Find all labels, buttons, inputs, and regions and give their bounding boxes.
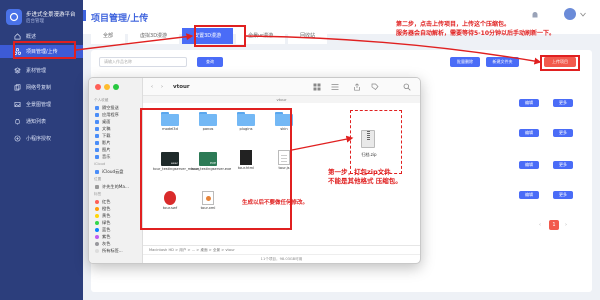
finder-window-title: vtour bbox=[173, 84, 190, 90]
window-controls bbox=[95, 84, 119, 90]
finder-tag-yellow[interactable]: 黄色 bbox=[95, 213, 110, 219]
more-button[interactable]: 更多 bbox=[553, 161, 573, 169]
edit-button[interactable]: 编辑 bbox=[519, 161, 539, 169]
new-folder-button[interactable]: 新建文件夹 bbox=[486, 57, 519, 67]
edit-button[interactable]: 编辑 bbox=[519, 99, 539, 107]
annotation-box-upload bbox=[540, 55, 580, 71]
finder-tag-purple[interactable]: 紫色 bbox=[95, 234, 110, 240]
sidebar-item-network-copy[interactable]: 网络号复制 bbox=[0, 81, 83, 94]
more-button[interactable]: 更多 bbox=[553, 191, 573, 199]
sidebar-item-label: 概述 bbox=[26, 34, 37, 40]
finder-item-mac[interactable]: 许先生的Ma... bbox=[95, 184, 129, 190]
finder-tag-all[interactable]: 所有标签... bbox=[95, 248, 123, 254]
finder-item-icloud-drive[interactable]: iCloud云盘 bbox=[95, 169, 124, 175]
tab-virtual-3d[interactable]: 虚拟3D漫游 bbox=[128, 28, 180, 44]
edit-button[interactable]: 编辑 bbox=[519, 129, 539, 137]
annotation-box-zip bbox=[350, 110, 402, 174]
minimize-window-button[interactable] bbox=[104, 84, 110, 90]
finder-section-locations: 位置 bbox=[94, 177, 102, 181]
finder-path-bar: Macintosh HD > 用户 > ... > 桌面 > 全景 > vtou… bbox=[143, 245, 420, 254]
annotation-box-files bbox=[140, 108, 292, 230]
pagination-current[interactable]: 1 bbox=[549, 220, 559, 230]
finder-item-music[interactable]: 音乐 bbox=[95, 154, 110, 160]
finder-item-movies[interactable]: 影片 bbox=[95, 140, 110, 146]
annotation-box-sidebar bbox=[13, 41, 76, 59]
annotation-step1: 第一步，打包zip文件 不能是其他格式 压缩包。 bbox=[328, 168, 402, 185]
zoom-window-button[interactable] bbox=[113, 84, 119, 90]
brand-name: 步进式全景漫游平台 bbox=[26, 12, 76, 18]
sidebar-item-label: 通知列表 bbox=[26, 119, 47, 125]
search-button[interactable]: 查询 bbox=[197, 57, 223, 67]
title-accent-bar bbox=[83, 10, 86, 21]
brand-subtitle: 后台管理 bbox=[26, 19, 44, 24]
finder-section-favorites: 个人收藏 bbox=[94, 98, 109, 102]
sidebar-item-notifications[interactable]: 通知列表 bbox=[0, 115, 83, 128]
finder-toolbar: ‹ › vtour bbox=[143, 78, 420, 96]
back-icon[interactable]: ‹ bbox=[151, 84, 153, 90]
bell-icon[interactable] bbox=[530, 10, 540, 20]
list-view-icon[interactable] bbox=[331, 83, 339, 91]
batch-delete-button[interactable]: 批量删除 bbox=[450, 57, 480, 67]
bell-icon bbox=[15, 119, 20, 125]
edit-button[interactable]: 编辑 bbox=[519, 191, 539, 199]
brand: 步进式全景漫游平台 后台管理 bbox=[0, 0, 83, 34]
search-input[interactable]: 请输入作品名称 bbox=[99, 57, 187, 67]
tab-all[interactable]: 全部 bbox=[91, 28, 126, 44]
grid-view-icon[interactable] bbox=[313, 83, 321, 91]
avatar[interactable] bbox=[564, 8, 576, 20]
more-button[interactable]: 更多 bbox=[553, 129, 573, 137]
sidebar-item-label: 素材管理 bbox=[26, 68, 47, 74]
sidebar-item-label: 网络号复制 bbox=[26, 85, 52, 91]
finder-item-airdrop[interactable]: 隔空投送 bbox=[95, 105, 119, 111]
finder-section-icloud: iCloud bbox=[94, 162, 106, 166]
annotation-box-tab bbox=[194, 25, 246, 47]
finder-item-pictures[interactable]: 图片 bbox=[95, 147, 110, 153]
search-icon[interactable] bbox=[403, 83, 411, 91]
share-icon[interactable] bbox=[353, 83, 361, 91]
forward-icon[interactable]: › bbox=[161, 84, 163, 90]
finder-item-applications[interactable]: 应用程序 bbox=[95, 112, 119, 118]
home-icon bbox=[14, 33, 21, 40]
sidebar-item-label: 全景图管理 bbox=[26, 102, 52, 108]
finder-item-desktop[interactable]: 桌面 bbox=[95, 119, 110, 125]
pagination-next[interactable]: › bbox=[565, 222, 567, 228]
miniapp-icon bbox=[14, 135, 21, 142]
sidebar-item-panorama[interactable]: 全景图管理 bbox=[0, 98, 83, 111]
material-icon bbox=[14, 67, 21, 74]
copy-icon bbox=[14, 84, 21, 91]
pagination-prev[interactable]: ‹ bbox=[539, 222, 541, 228]
more-button[interactable]: 更多 bbox=[553, 99, 573, 107]
annotation-step2: 第二步，点击上传项目，上传这个压缩包。 服务器会自动解析，需要等待5-10分钟以… bbox=[396, 21, 556, 37]
sidebar-item-label: 小程序授权 bbox=[26, 136, 52, 142]
brand-logo-icon bbox=[6, 9, 22, 25]
finder-sidebar: 个人收藏 隔空投送 应用程序 桌面 文稿 下载 影片 图片 音乐 iCloud … bbox=[89, 78, 143, 263]
finder-item-downloads[interactable]: 下载 bbox=[95, 133, 110, 139]
finder-column-header: vtour bbox=[143, 96, 420, 103]
finder-tag-gray[interactable]: 灰色 bbox=[95, 241, 110, 247]
finder-status-bar: 11个项目，98.03GB可用 bbox=[143, 254, 420, 263]
finder-item-documents[interactable]: 文稿 bbox=[95, 126, 110, 132]
finder-section-tags: 标签 bbox=[94, 192, 102, 196]
close-window-button[interactable] bbox=[95, 84, 101, 90]
finder-tag-red[interactable]: 红色 bbox=[95, 199, 110, 205]
sidebar-item-material[interactable]: 素材管理 bbox=[0, 64, 83, 77]
finder-tag-green[interactable]: 绿色 bbox=[95, 220, 110, 226]
annotation-generated: 生成以后不要做任何修改。 bbox=[242, 200, 309, 206]
chevron-down-icon[interactable] bbox=[580, 12, 586, 17]
finder-tag-orange[interactable]: 橙色 bbox=[95, 206, 110, 212]
tab-recycle-bin[interactable]: 回收站 bbox=[288, 28, 328, 44]
sidebar-item-miniapp[interactable]: 小程序授权 bbox=[0, 132, 83, 145]
finder-tag-blue[interactable]: 蓝色 bbox=[95, 227, 110, 233]
tag-icon[interactable] bbox=[371, 83, 379, 91]
page-title: 项目管理/上传 bbox=[91, 14, 149, 24]
panorama-icon bbox=[14, 102, 21, 107]
